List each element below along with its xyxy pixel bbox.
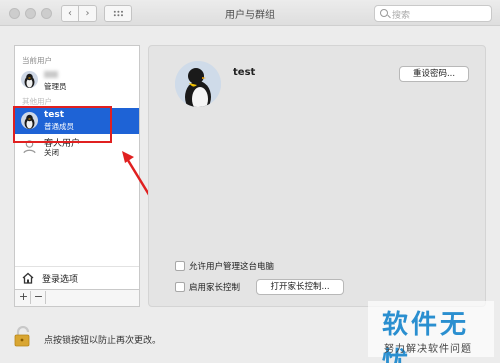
parental-controls-checkbox[interactable] [175,282,185,292]
user-detail-panel: test 重设密码... 允许用户管理这台电脑 启用家长控制 打开家长控制... [148,45,486,307]
watermark-subtitle: 努力解决软件问题 [384,344,472,355]
user-picture[interactable] [175,61,221,107]
reset-password-button[interactable]: 重设密码... [399,66,469,82]
allow-admin-checkbox[interactable] [175,261,185,271]
lock-icon[interactable] [14,326,32,347]
parental-controls-label: 启用家长控制 [189,283,241,293]
watermark: 软件无忧 努力解决软件问题 [368,301,494,363]
open-parental-controls-button[interactable]: 打开家长控制... [256,279,344,295]
lock-hint-text: 点按锁按钮以防止再次更改。 [44,336,162,346]
panel-user-name: test [233,67,256,78]
allow-admin-label: 允许用户管理这台电脑 [189,262,275,272]
